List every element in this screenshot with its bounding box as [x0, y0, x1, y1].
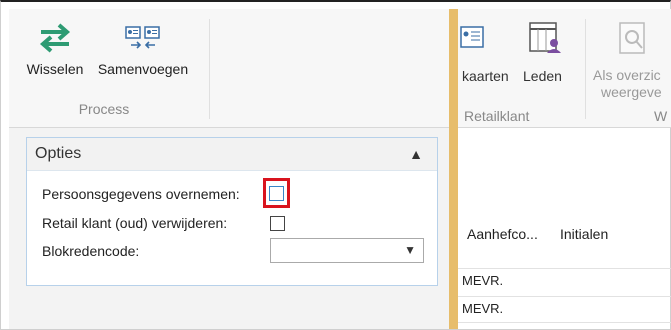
ribbon-group-label-cut: W — [654, 108, 668, 124]
members-icon[interactable] — [528, 21, 562, 60]
options-header[interactable]: Opties ▲ — [27, 138, 437, 171]
table-row[interactable]: MEVR. — [458, 296, 671, 321]
pane-divider[interactable] — [449, 9, 458, 329]
samenvoegen-button[interactable]: Samenvoegen — [93, 15, 193, 77]
chevron-down-icon: ▼ — [404, 243, 416, 257]
wisselen-button[interactable]: Wisselen — [15, 15, 95, 77]
blokredencode-select[interactable]: ▼ — [270, 238, 424, 263]
cards-icon[interactable] — [460, 23, 486, 56]
grid-header: Aanhefco... Initialen — [458, 216, 671, 254]
chevron-up-icon[interactable]: ▲ — [409, 146, 423, 162]
cell-aanhef: MEVR. — [462, 273, 504, 288]
swap-arrows-icon — [15, 15, 95, 53]
options-title: Opties — [35, 145, 82, 162]
options-panel: Opties ▲ — [26, 137, 438, 286]
kaarten-label[interactable]: kaarten — [462, 68, 509, 84]
leden-label[interactable]: Leden — [523, 68, 562, 84]
cell-aanhef: MEVR. — [462, 301, 504, 316]
samenvoegen-label: Samenvoegen — [97, 61, 189, 77]
table-row[interactable]: MEVR. — [458, 268, 671, 293]
merge-contacts-icon — [93, 15, 193, 53]
ribbon-process: Wisselen Samenvoegen Process — [9, 9, 449, 128]
persoonsgegevens-checkbox[interactable] — [269, 186, 284, 201]
overview-icon[interactable] — [618, 21, 648, 60]
wisselen-label: Wisselen — [26, 61, 84, 77]
ribbon-separator-right — [585, 19, 586, 119]
blokredencode-label: Blokredencode: — [42, 243, 140, 259]
ribbon-group-label-retailklant: Retailklant — [464, 108, 530, 124]
column-header-initialen[interactable]: Initialen — [560, 226, 608, 242]
ribbon-group-label-process: Process — [78, 101, 130, 117]
retail-klant-checkbox[interactable] — [270, 216, 285, 231]
persoonsgegevens-label: Persoonsgegevens overnemen: — [42, 186, 240, 202]
retail-klant-label: Retail klant (oud) verwijderen: — [42, 215, 228, 231]
column-header-aanhefcode[interactable]: Aanhefco... — [467, 226, 538, 242]
overzicht-label-line2[interactable]: weergeve — [601, 84, 662, 100]
ribbon-separator — [209, 19, 210, 119]
ribbon-retailklant: kaarten Leden Als overzic weergeve Retai… — [458, 9, 671, 128]
overzicht-label-line1[interactable]: Als overzic — [593, 67, 661, 83]
